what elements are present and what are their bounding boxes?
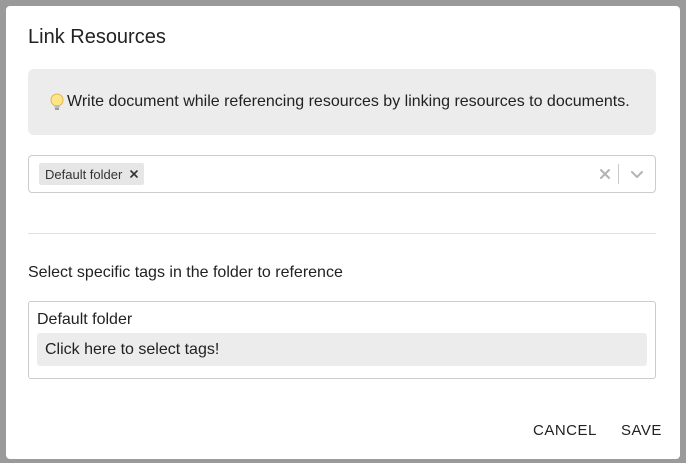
section-divider — [28, 233, 656, 234]
cancel-button[interactable]: CANCEL — [533, 422, 597, 439]
save-button[interactable]: SAVE — [621, 422, 662, 439]
info-text: Write document while referencing resourc… — [67, 93, 630, 110]
lightbulb-icon — [48, 92, 66, 112]
tags-section-heading: Select specific tags in the folder to re… — [28, 264, 343, 281]
info-banner: Write document while referencing resourc… — [28, 69, 656, 135]
folder-tag-box: Default folder Click here to select tags… — [28, 301, 656, 379]
chip-label: Default folder — [45, 166, 123, 182]
indicator-separator — [618, 164, 619, 184]
folder-name: Default folder — [37, 311, 133, 328]
remove-chip-icon[interactable] — [126, 163, 144, 185]
selected-folder-chip: Default folder — [39, 163, 145, 185]
folder-select[interactable]: Default folder — [28, 155, 656, 193]
link-resources-dialog: Link Resources Write document while refe… — [6, 6, 680, 459]
select-tags-button[interactable]: Click here to select tags! — [37, 333, 647, 366]
dialog-title: Link Resources — [28, 26, 166, 48]
clear-selection-icon[interactable] — [595, 164, 615, 184]
chevron-down-icon[interactable] — [627, 164, 647, 184]
